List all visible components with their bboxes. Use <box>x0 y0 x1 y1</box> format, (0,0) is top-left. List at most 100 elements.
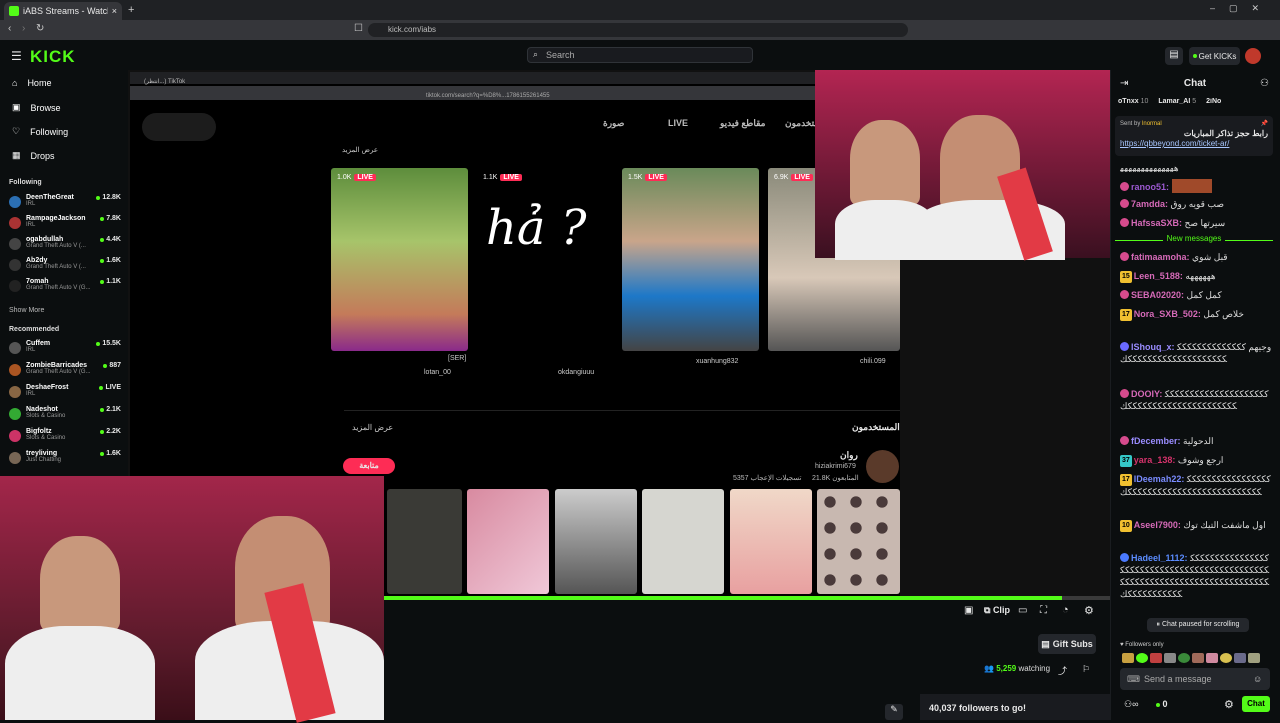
chat-message: 37 yara_138: ارجع وشوف <box>1120 454 1272 467</box>
gifter-name: oTnxx <box>1118 98 1139 105</box>
emote-picker-icon[interactable]: ☺ <box>1253 674 1262 684</box>
top-gifter[interactable]: Lamar_AI 5 <box>1158 98 1196 110</box>
recommended-channel[interactable]: Cuffem IRL 15.5K <box>9 340 121 361</box>
recommended-channel[interactable]: treyliving Just Chatting 1.6K <box>9 450 121 471</box>
sidebar-item-browse[interactable]: ▣ Browse <box>12 102 61 113</box>
followed-channel[interactable]: 7omah Grand Theft Auto V (G... 1.1K <box>9 278 121 299</box>
followed-channel[interactable]: Ab2dy Grand Theft Auto V (... 1.6K <box>9 257 121 278</box>
report-icon[interactable]: ⚐ <box>1082 664 1090 675</box>
emote[interactable] <box>1178 653 1190 663</box>
back-icon[interactable]: ‹ <box>8 23 11 34</box>
webcam-overlay <box>815 70 1110 261</box>
chat-username[interactable]: fDecember: <box>1131 436 1181 446</box>
url-field[interactable]: kick.com/iabs <box>368 23 908 37</box>
emote[interactable] <box>1192 653 1204 663</box>
share-icon[interactable]: ⤴ <box>1058 664 1067 677</box>
gift-subs-label: Gift Subs <box>1052 639 1093 649</box>
forward-icon[interactable]: › <box>22 23 25 34</box>
window-controls[interactable]: –▢✕ <box>1210 3 1273 14</box>
sidebar-item-drops[interactable]: ▦ Drops <box>12 150 55 161</box>
chat-username[interactable]: DOOIY: <box>1131 389 1162 399</box>
emote[interactable] <box>1136 653 1148 663</box>
followed-channel[interactable]: RampageJackson IRL 7.8K <box>9 215 121 236</box>
gifter-count: 10 <box>1140 98 1149 105</box>
chat-username[interactable]: SEBA02020: <box>1131 290 1184 300</box>
chat-username[interactable]: Leen_5188: <box>1134 271 1183 281</box>
people-icon: 👥 <box>984 664 994 673</box>
fullscreen-icon[interactable]: ⛶ <box>1040 605 1047 616</box>
chat-username[interactable]: lShouq_x: <box>1131 342 1175 352</box>
settings-gear-icon[interactable]: ⚙ <box>1084 604 1094 617</box>
emote[interactable] <box>1206 653 1218 663</box>
chat-username[interactable]: 7amdda: <box>1131 199 1168 209</box>
sidebar: ⌂ Home ▣ Browse ♡ Following ▦ Drops Followin… <box>0 70 128 480</box>
chat-username[interactable]: Hadeel_1112: <box>1131 553 1188 563</box>
gift-subs-button[interactable]: ▤ Gift Subs <box>1038 634 1096 654</box>
chat-username[interactable]: ranoo51: <box>1131 182 1169 192</box>
chat-settings-icon[interactable]: ⚙ <box>1224 698 1234 711</box>
recommended-channel[interactable]: Bigfoltz Slots & Casino 2.2K <box>9 428 121 449</box>
followed-channel[interactable]: DeenTheGreat IRL 12.8K <box>9 194 121 215</box>
library-icon[interactable]: ▤ <box>1165 47 1183 65</box>
chat-username[interactable]: HafssaSXB: <box>1131 218 1182 228</box>
channel-category: Slots & Casino <box>26 413 66 419</box>
emote[interactable] <box>1220 653 1232 663</box>
chat-message: fatimaamoha: قبل شوي <box>1120 251 1272 263</box>
kick-logo[interactable]: KICK <box>30 47 76 67</box>
browser-tab[interactable]: iABS Streams - Watch Live on Kick × <box>4 2 122 20</box>
followed-channel[interactable]: ogabdullah Grand Theft Auto V (... 4.4K <box>9 236 121 257</box>
emote[interactable] <box>1164 653 1176 663</box>
chat-username[interactable]: fatimaamoha: <box>1131 252 1190 262</box>
card-username: lotan_00 <box>424 369 451 376</box>
top-gifter[interactable]: 2iNo <box>1206 98 1221 110</box>
get-kicks-button[interactable]: Get KICKs <box>1189 47 1240 65</box>
gifter-name: 2iNo <box>1206 98 1222 105</box>
channel-category: IRL <box>26 347 36 353</box>
recommended-channel[interactable]: DeshaeFrost IRL LIVE <box>9 384 121 405</box>
chat-username[interactable]: Nora_SXB_502: <box>1134 309 1201 319</box>
chat-paused-indicator[interactable]: ⏸ Chat paused for scrolling <box>1147 618 1249 632</box>
menu-icon[interactable]: ☰ <box>11 49 22 63</box>
emote[interactable] <box>1234 653 1246 663</box>
player-controls: ▣ ⧉ Clip ▭ ⛶ ◔ ⚙ <box>384 600 1110 622</box>
sidebar-item-label: Following <box>30 126 69 137</box>
chat-username[interactable]: yara_138: <box>1134 455 1176 465</box>
pip-icon[interactable]: ▣ <box>964 605 973 616</box>
recommended-channel[interactable]: Nadeshot Slots & Casino 2.1K <box>9 406 121 427</box>
recommended-channel[interactable]: ZombieBarricades Grand Theft Auto V (G...… <box>9 362 121 383</box>
viewer-count: 15.5K <box>102 340 121 347</box>
sidebar-item-home[interactable]: ⌂ Home <box>12 78 51 88</box>
badge-icon <box>1120 218 1129 227</box>
live-badge: 1.0K LIVE <box>337 174 376 181</box>
theater-icon[interactable]: ▭ <box>1018 605 1027 616</box>
speed-icon[interactable]: ◔ <box>1062 604 1069 616</box>
emote[interactable] <box>1122 653 1134 663</box>
streamer-body <box>5 626 155 720</box>
pin-icon[interactable]: 📌 <box>1261 119 1268 129</box>
show-more-link[interactable]: Show More <box>9 307 44 314</box>
viewer-count: 1.6K <box>106 450 121 457</box>
bookmark-icon[interactable]: ☐ <box>354 23 363 34</box>
top-gifter[interactable]: oTnxx 10 <box>1118 98 1148 110</box>
emote[interactable] <box>1150 653 1162 663</box>
profile-name: روان <box>840 450 858 460</box>
chat-text: خلاص كمل <box>1203 309 1244 319</box>
pinned-link[interactable]: https://qbbeyond.com/ticket-ar/ <box>1120 139 1268 149</box>
emote[interactable] <box>1248 653 1260 663</box>
new-tab-button[interactable]: + <box>128 4 134 16</box>
inner-browser-tabs: (انتظر...) TikTok <box>130 72 900 85</box>
chat-send-button[interactable]: Chat <box>1242 696 1270 712</box>
reload-icon[interactable]: ↻ <box>36 23 44 34</box>
sidebar-item-following[interactable]: ♡ Following <box>12 126 68 137</box>
chat-username[interactable]: Aseel7900: <box>1134 520 1181 530</box>
search-input[interactable]: Search <box>527 47 753 63</box>
chat-input[interactable]: Send a message <box>1120 668 1270 690</box>
kicks-icon[interactable]: ⚇∞ <box>1124 699 1138 710</box>
edit-icon[interactable]: ✎ <box>885 704 903 720</box>
avatar[interactable] <box>1245 48 1261 64</box>
clip-button[interactable]: ⧉ Clip <box>984 605 1010 616</box>
avatar <box>9 430 21 442</box>
chat-users-icon[interactable]: ⚇ <box>1260 78 1269 89</box>
chat-username[interactable]: lDeemah22: <box>1134 474 1185 484</box>
close-icon[interactable]: × <box>112 6 117 16</box>
